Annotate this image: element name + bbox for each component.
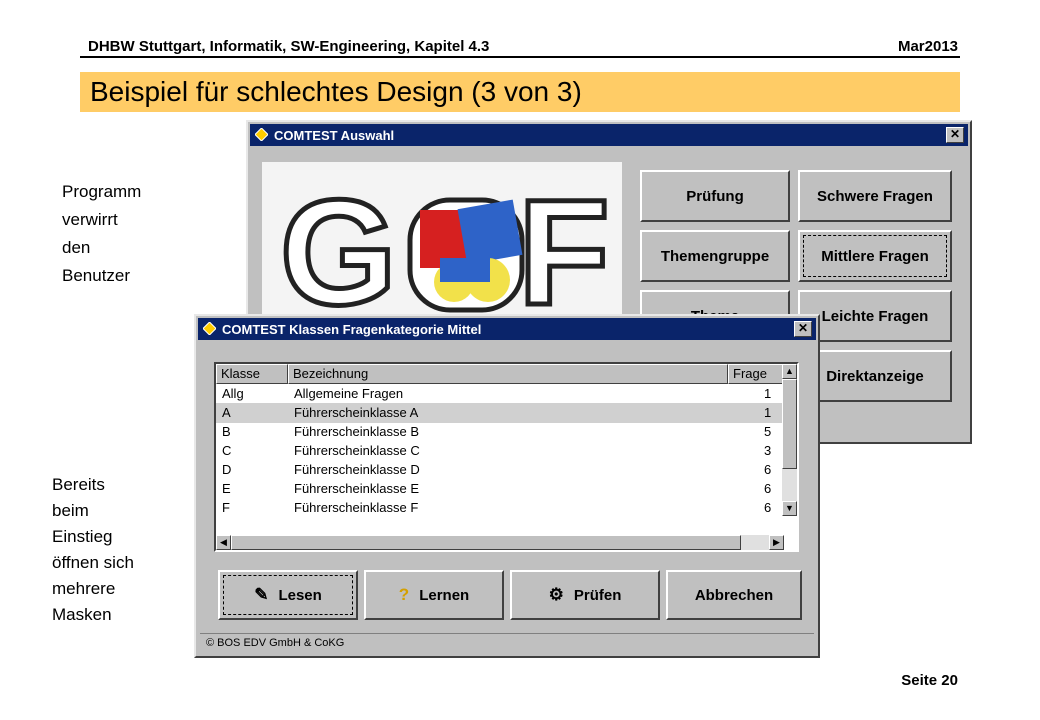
cell-bezeichnung: Führerscheinklasse C	[294, 443, 420, 458]
cell-bezeichnung: Führerscheinklasse A	[294, 405, 419, 420]
column-header-klasse[interactable]: Klasse	[216, 364, 288, 384]
scroll-left-icon[interactable]: ◀	[216, 535, 231, 550]
table-row[interactable]: B Führerscheinklasse B 5	[216, 422, 784, 442]
page-number: Seite 20	[901, 672, 958, 689]
cell-bezeichnung: Führerscheinklasse E	[294, 481, 419, 496]
side-note-1-line: verwirrt	[62, 210, 118, 229]
klassen-titlebar[interactable]: COMTEST Klassen Fragenkategorie Mittel ✕	[198, 318, 816, 340]
table-row[interactable]: D Führerscheinklasse D 6	[216, 460, 784, 480]
cell-frage: 1	[764, 405, 772, 420]
abbrechen-button[interactable]: Abbrechen	[666, 570, 802, 620]
horizontal-scroll-thumb[interactable]	[231, 535, 741, 550]
side-note-2: Bereits beim Einstieg öffnen sich mehrer…	[52, 472, 134, 628]
side-note-1-line: den	[62, 238, 91, 257]
leichte-fragen-button[interactable]: Leichte Fragen	[798, 290, 952, 342]
cell-klasse: D	[222, 462, 232, 477]
table-row[interactable]: F Führerscheinklasse F 6	[216, 498, 784, 518]
cell-bezeichnung: Führerscheinklasse F	[294, 500, 419, 515]
lernen-button[interactable]: ? Lernen	[364, 570, 504, 620]
lesen-button[interactable]: ✎ Lesen	[218, 570, 358, 620]
side-note-2-line: beim	[52, 501, 89, 520]
side-note-2-line: Masken	[52, 605, 112, 624]
klassen-list[interactable]: Klasse Bezeichnung Frage Allg Allgemeine …	[214, 362, 799, 552]
cell-bezeichnung: Führerscheinklasse D	[294, 462, 420, 477]
header-divider	[80, 56, 960, 58]
cell-klasse: E	[222, 481, 231, 496]
pruefung-button[interactable]: Prüfung	[640, 170, 790, 222]
lesen-label: Lesen	[278, 586, 322, 604]
app-icon	[203, 322, 216, 335]
header-right: Mar2013	[897, 38, 958, 55]
scroll-up-icon[interactable]: ▲	[782, 364, 797, 379]
app-icon	[255, 128, 268, 141]
pencil-icon: ✎	[254, 585, 269, 604]
svg-text:F: F	[518, 168, 610, 322]
cell-klasse: B	[222, 424, 231, 439]
cell-frage: 1	[764, 386, 772, 401]
vertical-scrollbar[interactable]: ▲ ▼	[782, 364, 797, 516]
title-band: Beispiel für schlechtes Design (3 von 3)	[80, 72, 960, 112]
gear-icon: ⚙	[548, 585, 564, 604]
cell-frage: 3	[764, 443, 772, 458]
cell-klasse: F	[222, 500, 230, 515]
side-note-2-line: öffnen sich	[52, 553, 134, 572]
auswahl-titlebar[interactable]: COMTEST Auswahl ✕	[250, 124, 968, 146]
cell-bezeichnung: Allgemeine Fragen	[294, 386, 404, 401]
header-left: DHBW Stuttgart, Informatik, SW-Engineeri…	[88, 38, 490, 55]
cell-klasse: Allg	[222, 386, 244, 401]
mittlere-fragen-button[interactable]: Mittlere Fragen	[798, 230, 952, 282]
cell-bezeichnung: Führerscheinklasse B	[294, 424, 419, 439]
side-note-1-line: Benutzer	[62, 266, 131, 285]
side-note-1: Programm verwirrt den Benutzer	[62, 178, 141, 290]
gof-logo-graphic: G F	[278, 166, 613, 339]
list-header: Klasse Bezeichnung Frage	[216, 364, 784, 384]
schwere-fragen-button[interactable]: Schwere Fragen	[798, 170, 952, 222]
scroll-down-icon[interactable]: ▼	[782, 501, 797, 516]
vertical-scroll-thumb[interactable]	[782, 379, 797, 469]
scroll-right-icon[interactable]: ▶	[769, 535, 784, 550]
logo-lettering: G	[280, 168, 397, 322]
horizontal-scrollbar[interactable]: ◀ ▶	[216, 535, 784, 550]
close-icon[interactable]: ✕	[946, 127, 964, 143]
side-note-1-line: Programm	[62, 182, 142, 201]
cell-frage: 6	[764, 500, 772, 515]
table-row[interactable]: E Führerscheinklasse E 6	[216, 479, 784, 499]
side-note-2-line: Einstieg	[52, 527, 113, 546]
column-header-bezeichnung[interactable]: Bezeichnung	[288, 364, 728, 384]
cell-frage: 6	[764, 462, 772, 477]
close-icon[interactable]: ✕	[794, 321, 812, 337]
pruefen-label: Prüfen	[573, 586, 622, 604]
cell-frage: 5	[764, 424, 772, 439]
gof-logo: G F	[262, 162, 622, 339]
auswahl-title: COMTEST Auswahl	[274, 128, 395, 143]
cell-klasse: A	[222, 405, 231, 420]
slide-title: Beispiel für schlechtes Design (3 von 3)	[90, 76, 582, 107]
side-note-2-line: Bereits	[52, 475, 105, 494]
table-row[interactable]: C Führerscheinklasse C 3	[216, 441, 784, 461]
table-row[interactable]: A Führerscheinklasse A 1	[216, 403, 784, 423]
lernen-label: Lernen	[419, 586, 470, 604]
cell-frage: 6	[764, 481, 772, 496]
direktanzeige-button[interactable]: Direktanzeige	[798, 350, 952, 402]
cell-klasse: C	[222, 443, 232, 458]
status-bar: © BOS EDV GmbH & CoKG	[200, 633, 814, 652]
pruefen-button[interactable]: ⚙ Prüfen	[510, 570, 660, 620]
side-note-2-line: mehrere	[52, 579, 116, 598]
question-icon: ?	[398, 585, 410, 604]
themengruppe-button[interactable]: Themengruppe	[640, 230, 790, 282]
column-header-frage[interactable]: Frage	[728, 364, 784, 384]
klassen-title: COMTEST Klassen Fragenkategorie Mittel	[222, 322, 482, 337]
table-row[interactable]: Allg Allgemeine Fragen 1	[216, 384, 784, 404]
